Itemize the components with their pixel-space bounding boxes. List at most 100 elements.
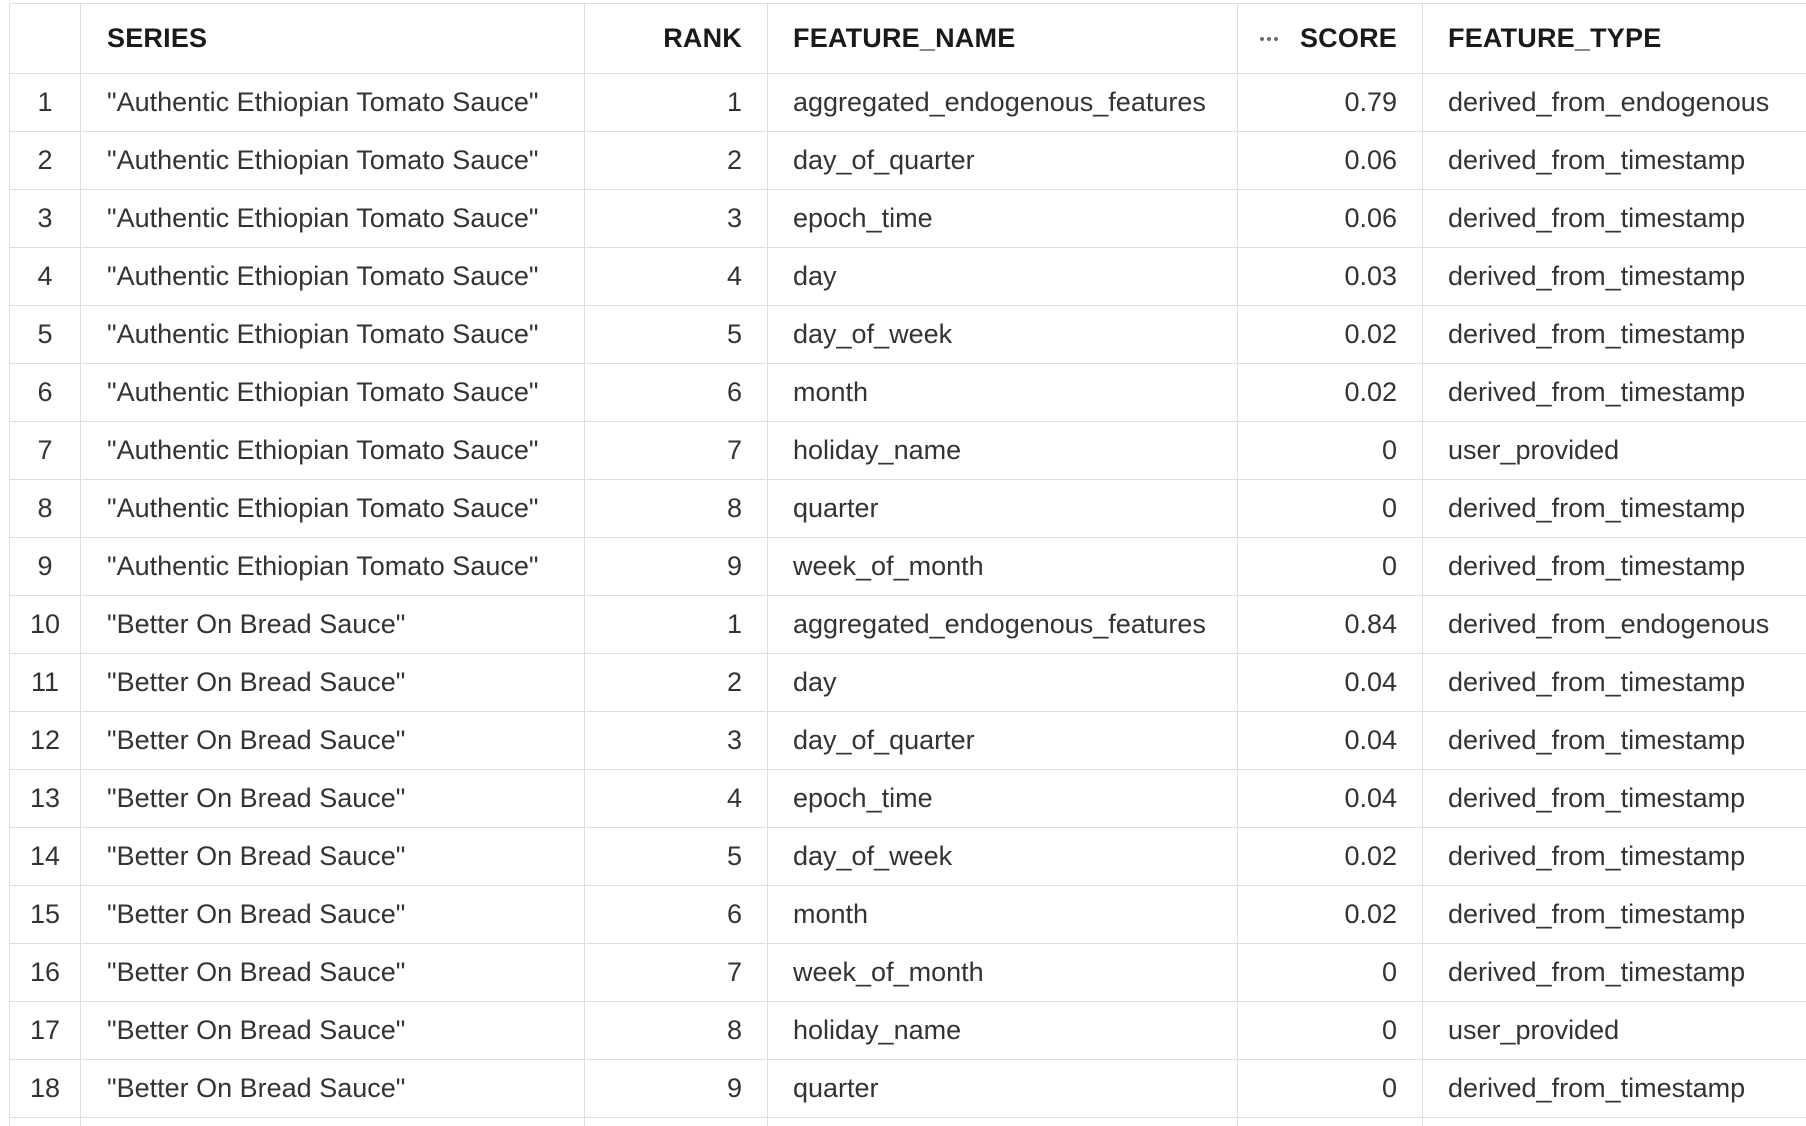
cell-series[interactable]: "Authentic Ethiopian Tomato Sauce" xyxy=(80,131,585,190)
cell-feature-type[interactable]: derived_from_timestamp xyxy=(1422,305,1806,364)
cell-feature-name[interactable]: day_of_quarter xyxy=(767,131,1238,190)
cell-feature-name[interactable]: day_of_quarter xyxy=(767,711,1238,770)
cell-feature-name[interactable]: day_of_week xyxy=(767,827,1238,886)
cell-score[interactable]: 0.84 xyxy=(1237,595,1423,654)
cell-score[interactable]: 0.02 xyxy=(1237,363,1423,422)
cell-feature-name[interactable]: holiday_name xyxy=(767,421,1238,480)
cell-rank[interactable]: 6 xyxy=(584,885,768,944)
table-row[interactable]: 13 "Better On Bread Sauce" 4 epoch_time … xyxy=(9,769,1806,828)
table-row[interactable]: 7 "Authentic Ethiopian Tomato Sauce" 7 h… xyxy=(9,421,1806,480)
cell-rank[interactable]: 4 xyxy=(584,247,768,306)
cell-feature-name[interactable] xyxy=(767,1117,1238,1126)
cell-score[interactable]: 0.03 xyxy=(1237,247,1423,306)
cell-feature-type[interactable]: derived_from_endogenous xyxy=(1422,73,1806,132)
cell-score[interactable]: 0.06 xyxy=(1237,189,1423,248)
cell-series[interactable]: "Better On Bread Sauce" xyxy=(80,885,585,944)
cell-feature-type[interactable]: derived_from_timestamp xyxy=(1422,537,1806,596)
cell-score[interactable]: 0 xyxy=(1237,943,1423,1002)
cell-rank[interactable]: 2 xyxy=(584,653,768,712)
cell-series[interactable]: "Better On Bread Sauce" xyxy=(80,769,585,828)
cell-series[interactable]: "Authentic Ethiopian Tomato Sauce" xyxy=(80,247,585,306)
cell-feature-name[interactable]: day_of_week xyxy=(767,305,1238,364)
cell-series[interactable]: "Better On Bread Sauce" xyxy=(80,827,585,886)
cell-rank[interactable]: 9 xyxy=(584,1059,768,1118)
cell-feature-type[interactable]: derived_from_timestamp xyxy=(1422,769,1806,828)
table-row[interactable]: 3 "Authentic Ethiopian Tomato Sauce" 3 e… xyxy=(9,189,1806,248)
cell-feature-type[interactable]: derived_from_timestamp xyxy=(1422,189,1806,248)
cell-score[interactable]: 0.79 xyxy=(1237,73,1423,132)
cell-feature-name[interactable]: aggregated_endogenous_features xyxy=(767,595,1238,654)
cell-feature-name[interactable]: holiday_name xyxy=(767,1001,1238,1060)
cell-rank[interactable]: 1 xyxy=(584,595,768,654)
cell-series[interactable]: "Authentic Ethiopian Tomato Sauce" xyxy=(80,305,585,364)
cell-score[interactable]: 0.02 xyxy=(1237,885,1423,944)
cell-series[interactable]: "Better On Bread Sauce" xyxy=(80,943,585,1002)
cell-rank[interactable]: 7 xyxy=(584,943,768,1002)
table-row[interactable]: 18 "Better On Bread Sauce" 9 quarter 0 d… xyxy=(9,1059,1806,1118)
cell-series[interactable]: "Authentic Ethiopian Tomato Sauce" xyxy=(80,363,585,422)
cell-series[interactable]: "Better On Bread Sauce" xyxy=(80,1059,585,1118)
cell-feature-name[interactable]: month xyxy=(767,363,1238,422)
table-row[interactable]: 6 "Authentic Ethiopian Tomato Sauce" 6 m… xyxy=(9,363,1806,422)
cell-feature-name[interactable]: day xyxy=(767,653,1238,712)
table-row[interactable]: 16 "Better On Bread Sauce" 7 week_of_mon… xyxy=(9,943,1806,1002)
cell-score[interactable]: 0.04 xyxy=(1237,769,1423,828)
cell-rank[interactable]: 4 xyxy=(584,769,768,828)
cell-score[interactable]: 0.02 xyxy=(1237,827,1423,886)
cell-feature-name[interactable]: quarter xyxy=(767,1059,1238,1118)
header-feature-type[interactable]: FEATURE_TYPE xyxy=(1422,3,1806,74)
table-row[interactable] xyxy=(9,1117,1806,1126)
cell-series[interactable] xyxy=(80,1117,585,1126)
cell-score[interactable]: 0.04 xyxy=(1237,653,1423,712)
cell-feature-name[interactable]: epoch_time xyxy=(767,189,1238,248)
table-row[interactable]: 5 "Authentic Ethiopian Tomato Sauce" 5 d… xyxy=(9,305,1806,364)
cell-series[interactable]: "Authentic Ethiopian Tomato Sauce" xyxy=(80,537,585,596)
cell-feature-type[interactable]: derived_from_timestamp xyxy=(1422,247,1806,306)
header-score[interactable]: SCORE xyxy=(1237,3,1423,74)
cell-rank[interactable]: 6 xyxy=(584,363,768,422)
cell-series[interactable]: "Authentic Ethiopian Tomato Sauce" xyxy=(80,189,585,248)
cell-rank[interactable]: 8 xyxy=(584,479,768,538)
cell-series[interactable]: "Authentic Ethiopian Tomato Sauce" xyxy=(80,479,585,538)
cell-feature-name[interactable]: month xyxy=(767,885,1238,944)
cell-feature-type[interactable]: user_provided xyxy=(1422,421,1806,480)
header-series[interactable]: SERIES xyxy=(80,3,585,74)
table-row[interactable]: 14 "Better On Bread Sauce" 5 day_of_week… xyxy=(9,827,1806,886)
cell-feature-type[interactable]: derived_from_timestamp xyxy=(1422,943,1806,1002)
table-row[interactable]: 12 "Better On Bread Sauce" 3 day_of_quar… xyxy=(9,711,1806,770)
table-row[interactable]: 10 "Better On Bread Sauce" 1 aggregated_… xyxy=(9,595,1806,654)
cell-rank[interactable]: 8 xyxy=(584,1001,768,1060)
cell-feature-type[interactable]: derived_from_timestamp xyxy=(1422,131,1806,190)
cell-feature-type[interactable]: derived_from_timestamp xyxy=(1422,711,1806,770)
cell-score[interactable]: 0.02 xyxy=(1237,305,1423,364)
cell-feature-type[interactable]: derived_from_timestamp xyxy=(1422,1059,1806,1118)
header-feature-name[interactable]: FEATURE_NAME xyxy=(767,3,1238,74)
table-row[interactable]: 11 "Better On Bread Sauce" 2 day 0.04 de… xyxy=(9,653,1806,712)
table-row[interactable]: 15 "Better On Bread Sauce" 6 month 0.02 … xyxy=(9,885,1806,944)
cell-feature-type[interactable]: derived_from_endogenous xyxy=(1422,595,1806,654)
cell-feature-name[interactable]: epoch_time xyxy=(767,769,1238,828)
cell-feature-type[interactable]: derived_from_timestamp xyxy=(1422,885,1806,944)
cell-feature-name[interactable]: quarter xyxy=(767,479,1238,538)
table-row[interactable]: 1 "Authentic Ethiopian Tomato Sauce" 1 a… xyxy=(9,73,1806,132)
table-row[interactable]: 9 "Authentic Ethiopian Tomato Sauce" 9 w… xyxy=(9,537,1806,596)
cell-series[interactable]: "Better On Bread Sauce" xyxy=(80,711,585,770)
cell-score[interactable]: 0 xyxy=(1237,421,1423,480)
cell-rank[interactable] xyxy=(584,1117,768,1126)
cell-rank[interactable]: 7 xyxy=(584,421,768,480)
cell-feature-name[interactable]: week_of_month xyxy=(767,943,1238,1002)
table-row[interactable]: 2 "Authentic Ethiopian Tomato Sauce" 2 d… xyxy=(9,131,1806,190)
cell-rank[interactable]: 1 xyxy=(584,73,768,132)
cell-score[interactable]: 0.06 xyxy=(1237,131,1423,190)
cell-rank[interactable]: 3 xyxy=(584,189,768,248)
cell-score[interactable]: 0.04 xyxy=(1237,711,1423,770)
table-row[interactable]: 17 "Better On Bread Sauce" 8 holiday_nam… xyxy=(9,1001,1806,1060)
cell-feature-name[interactable]: day xyxy=(767,247,1238,306)
cell-score[interactable]: 0 xyxy=(1237,1059,1423,1118)
cell-rank[interactable]: 5 xyxy=(584,827,768,886)
cell-feature-type[interactable]: derived_from_timestamp xyxy=(1422,363,1806,422)
cell-series[interactable]: "Better On Bread Sauce" xyxy=(80,595,585,654)
table-row[interactable]: 4 "Authentic Ethiopian Tomato Sauce" 4 d… xyxy=(9,247,1806,306)
cell-feature-name[interactable]: aggregated_endogenous_features xyxy=(767,73,1238,132)
cell-series[interactable]: "Authentic Ethiopian Tomato Sauce" xyxy=(80,73,585,132)
